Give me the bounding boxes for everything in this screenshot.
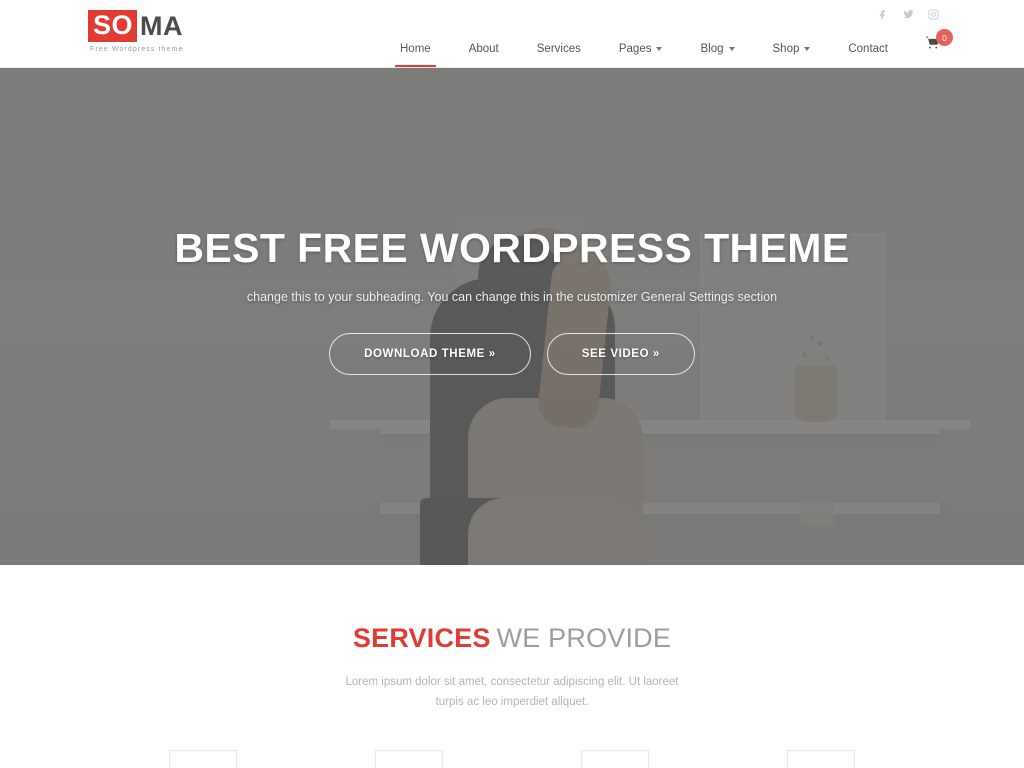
chevron-down-icon [804,47,811,51]
nav-item-pages[interactable]: Pages [600,36,682,67]
service-card-3[interactable] [581,750,649,768]
logo-highlight: SO [88,10,138,42]
nav-item-shop[interactable]: Shop [754,36,830,67]
see-video-button[interactable]: SEE VIDEO » [546,333,695,376]
facebook-icon[interactable] [877,8,890,21]
nav-label: Home [400,43,431,55]
service-card-4[interactable] [787,750,855,768]
instagram-icon[interactable] [927,8,940,21]
service-card-1[interactable] [169,750,237,768]
services-card-list [0,750,1024,768]
hero-subheading: change this to your subheading. You can … [246,290,778,305]
services-heading-strong: SERVICES [352,623,491,653]
nav-item-home[interactable]: Home [381,36,450,67]
twitter-icon[interactable] [902,8,915,21]
logo-tagline: Free Wordpress theme [90,46,184,53]
nav-label: Services [536,43,581,55]
nav-item-blog[interactable]: Blog [681,36,753,67]
brand-logo[interactable]: SO MA Free Wordpress theme [88,10,183,53]
logo-rest: MA [140,10,184,41]
services-heading: SERVICES WE PROVIDE [0,623,1024,654]
main-navigation: Home About Services Pages Blog Shop Cont… [381,36,907,67]
hero-buttons: DOWNLOAD THEME » SEE VIDEO » [0,333,1024,376]
nav-item-contact[interactable]: Contact [829,36,907,67]
hero-content: BEST FREE WORDPRESS THEME change this to… [0,68,1024,376]
site-header: SO MA Free Wordpress theme Home About Se… [0,10,1024,68]
nav-label: Shop [772,43,800,55]
nav-item-services[interactable]: Services [518,36,600,67]
hero-title: BEST FREE WORDPRESS THEME [174,225,850,271]
chevron-down-icon [656,47,663,51]
service-card-2[interactable] [375,750,443,768]
social-links [877,8,940,21]
services-section: SERVICES WE PROVIDE Lorem ipsum dolor sit… [0,565,1024,768]
logo-wordmark: SO MA [88,10,183,42]
hero-section: BEST FREE WORDPRESS THEME change this to… [0,68,1024,565]
nav-label: About [468,43,499,55]
chevron-down-icon [728,47,735,51]
services-heading-light: WE PROVIDE [496,623,672,653]
nav-label: Contact [848,43,888,55]
cart-count-badge: 0 [936,29,953,46]
nav-label: Pages [618,43,652,55]
cart-button[interactable]: 0 [925,29,953,55]
download-theme-button[interactable]: DOWNLOAD THEME » [329,333,531,376]
nav-label: Blog [700,43,724,55]
services-subtitle: Lorem ipsum dolor sit amet, consectetur … [345,676,679,709]
nav-item-about[interactable]: About [450,36,518,67]
